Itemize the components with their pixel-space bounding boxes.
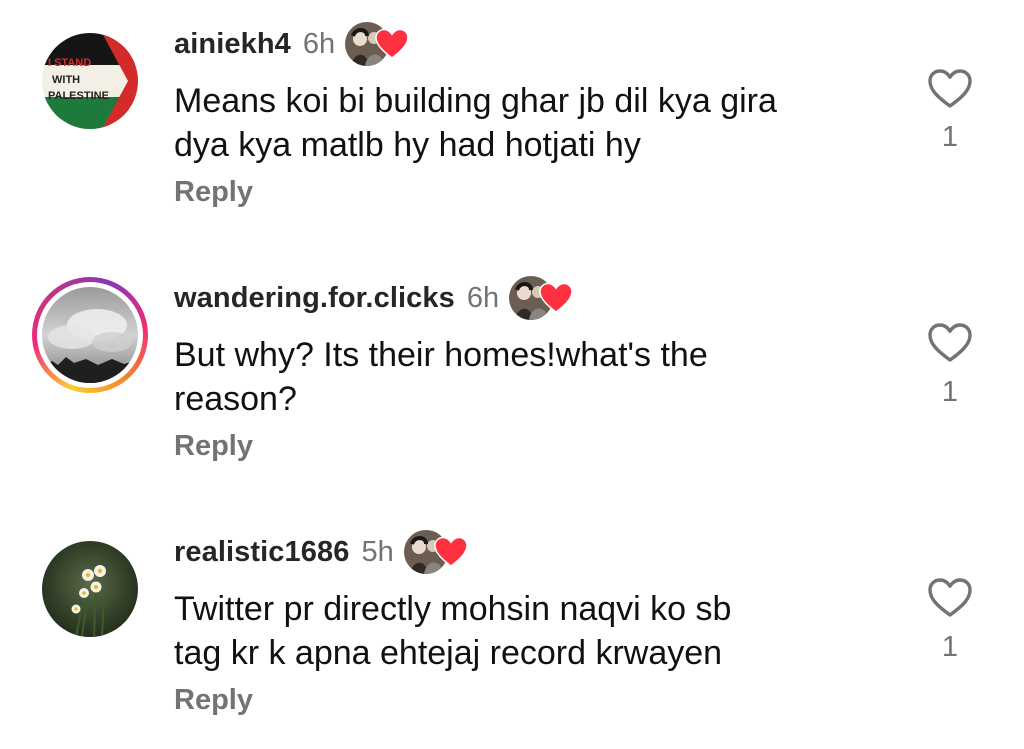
heart-outline-icon[interactable]	[926, 320, 974, 364]
liked-by-author-badge	[345, 22, 411, 66]
comment-text: Means koi bi building ghar jb dil kya gi…	[174, 79, 874, 167]
comment-text-line: Means koi bi building ghar jb dil kya gi…	[174, 82, 777, 120]
comment-text: But why? Its their homes!what's the reas…	[174, 333, 874, 421]
heart-filled-icon	[433, 536, 468, 567]
comment-text-line: But why? Its their homes!what's the	[174, 336, 708, 374]
comment-meta: wandering.for.clicks 6h	[174, 276, 575, 320]
timestamp: 5h	[361, 535, 394, 568]
username[interactable]: wandering.for.clicks	[174, 282, 455, 315]
timestamp: 6h	[466, 281, 500, 314]
avatar-story-ring[interactable]	[32, 277, 148, 393]
username[interactable]: realistic1686	[174, 536, 349, 569]
reply-button[interactable]: Reply	[174, 176, 253, 209]
heart-filled-icon	[539, 282, 573, 313]
reply-button[interactable]: Reply	[174, 684, 253, 717]
comment-text-line: tag kr k apna ehtejaj record krwayen	[174, 634, 723, 672]
avatar-palestine-flag: I STAND WITH PALESTINE	[42, 33, 138, 129]
heart-outline-icon[interactable]	[926, 575, 974, 619]
avatar[interactable]	[42, 541, 138, 637]
username[interactable]: ainiekh4	[174, 28, 291, 61]
timestamp: 6h	[302, 27, 336, 60]
comment-meta: ainiekh4 6h	[174, 22, 411, 66]
liked-by-author-badge	[509, 276, 575, 320]
heart-outline-icon[interactable]	[926, 66, 974, 110]
comment-text-line: Twitter pr directly mohsin naqvi ko sb	[174, 590, 732, 628]
heart-filled-icon	[375, 28, 409, 59]
like-count: 1	[941, 631, 959, 663]
like-count: 1	[941, 121, 959, 153]
comment-text-line: dya kya matlb hy had hotjati hy	[174, 126, 641, 164]
comment-text-line: reason?	[174, 380, 297, 418]
avatar[interactable]: I STAND WITH PALESTINE	[42, 33, 138, 129]
avatar-flag-text: I STAND	[48, 57, 91, 69]
liked-by-author-badge	[403, 530, 470, 574]
avatar-cloudy-sky	[42, 287, 138, 383]
avatar-flag-text: PALESTINE	[48, 90, 109, 102]
comment-meta: realistic1686 5h	[174, 530, 470, 574]
avatar-flag-text: WITH	[52, 74, 80, 86]
avatar-daffodils	[42, 541, 138, 637]
like-count: 1	[941, 376, 959, 408]
reply-button[interactable]: Reply	[174, 430, 253, 463]
comment-text: Twitter pr directly mohsin naqvi ko sb t…	[174, 587, 874, 675]
avatar	[42, 287, 138, 383]
